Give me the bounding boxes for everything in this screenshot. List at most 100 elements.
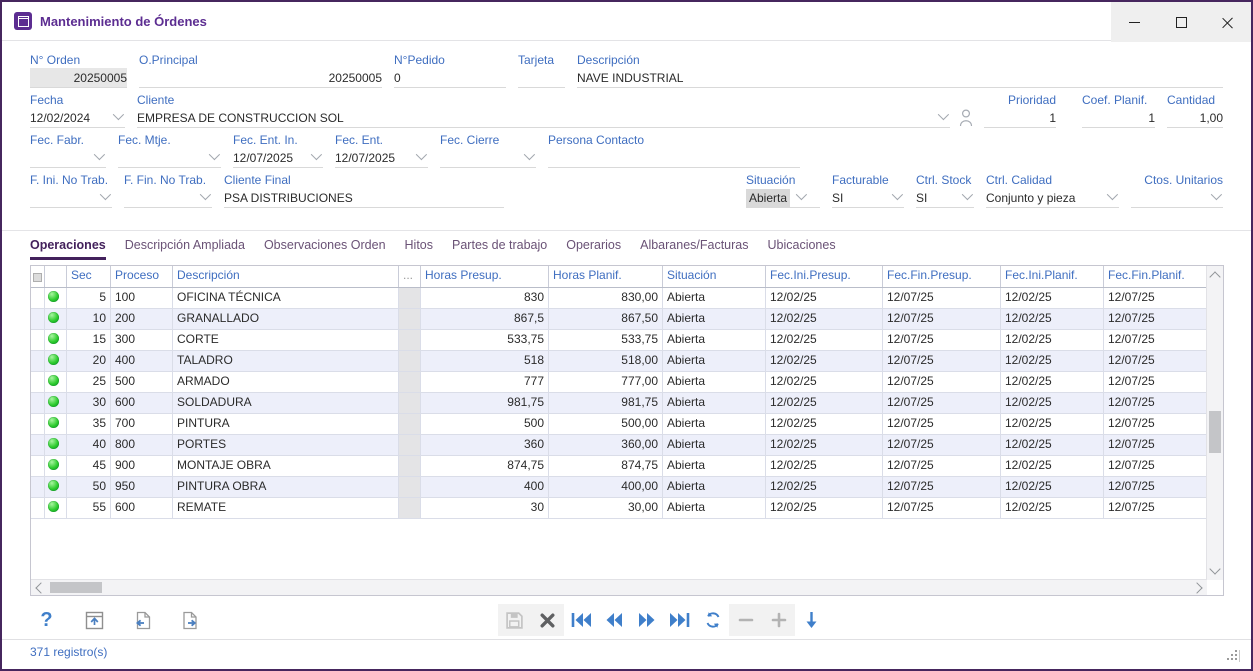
tab-observaciones-orden[interactable]: Observaciones Orden bbox=[264, 238, 386, 260]
tab-hitos[interactable]: Hitos bbox=[405, 238, 433, 260]
cell-fec-ini-presup[interactable]: 12/02/25 bbox=[766, 372, 883, 392]
table-row[interactable]: 50950PINTURA OBRA400400,00Abierta12/02/2… bbox=[31, 477, 1207, 498]
maximize-button[interactable] bbox=[1158, 2, 1205, 42]
column-header-sec[interactable]: Sec bbox=[67, 266, 111, 287]
chevron-down-icon[interactable] bbox=[94, 149, 105, 160]
cell-fec-fin-planif[interactable]: 12/07/25 bbox=[1104, 498, 1207, 518]
row-status-cell[interactable] bbox=[45, 288, 67, 308]
horizontal-scroll-thumb[interactable] bbox=[50, 582, 102, 593]
cell-fec-ini-presup[interactable]: 12/02/25 bbox=[766, 414, 883, 434]
row-status-cell[interactable] bbox=[45, 414, 67, 434]
persona-contacto-input[interactable] bbox=[548, 148, 800, 168]
cell-fec-fin-planif[interactable]: 12/07/25 bbox=[1104, 435, 1207, 455]
row-select-cell[interactable] bbox=[31, 414, 45, 434]
go-to-bottom-button[interactable] bbox=[795, 604, 828, 636]
cell-descripcion[interactable]: ARMADO bbox=[173, 372, 399, 392]
cell-fec-ini-planif[interactable]: 12/02/25 bbox=[1001, 414, 1104, 434]
chevron-down-icon[interactable] bbox=[113, 109, 124, 120]
cell-proceso[interactable]: 600 bbox=[111, 498, 173, 518]
row-more-cell[interactable] bbox=[399, 435, 421, 455]
cell-fec-ini-planif[interactable]: 12/02/25 bbox=[1001, 351, 1104, 371]
table-row[interactable]: 25500ARMADO777777,00Abierta12/02/2512/07… bbox=[31, 372, 1207, 393]
cell-fec-ini-presup[interactable]: 12/02/25 bbox=[766, 288, 883, 308]
tab-partes-de-trabajo[interactable]: Partes de trabajo bbox=[452, 238, 547, 260]
tab-descripci-n-ampliada[interactable]: Descripción Ampliada bbox=[125, 238, 245, 260]
first-record-button[interactable] bbox=[564, 604, 597, 636]
cliente-input[interactable]: EMPRESA DE CONSTRUCCION SOL bbox=[137, 108, 950, 128]
chevron-down-icon[interactable] bbox=[209, 149, 220, 160]
row-select-cell[interactable] bbox=[31, 435, 45, 455]
tab-albaranes-facturas[interactable]: Albaranes/Facturas bbox=[640, 238, 748, 260]
cell-fec-fin-presup[interactable]: 12/07/25 bbox=[883, 414, 1001, 434]
cell-descripcion[interactable]: GRANALLADO bbox=[173, 309, 399, 329]
n-pedido-input[interactable]: 0 bbox=[394, 68, 506, 88]
cell-fec-ini-planif[interactable]: 12/02/25 bbox=[1001, 309, 1104, 329]
fec-ent-input[interactable]: 12/07/2025 bbox=[335, 148, 428, 168]
coef-planif-input[interactable]: 1 bbox=[1082, 108, 1155, 128]
import-document-button[interactable] bbox=[126, 604, 159, 636]
horizontal-scrollbar[interactable] bbox=[31, 579, 1207, 595]
cell-horas-planif[interactable]: 981,75 bbox=[549, 393, 663, 413]
fec-cierre-input[interactable] bbox=[440, 148, 536, 168]
cell-fec-fin-presup[interactable]: 12/07/25 bbox=[883, 498, 1001, 518]
cell-situacion[interactable]: Abierta bbox=[663, 393, 766, 413]
cell-proceso[interactable]: 600 bbox=[111, 393, 173, 413]
cell-fec-fin-presup[interactable]: 12/07/25 bbox=[883, 330, 1001, 350]
ctrl-calidad-select[interactable]: Conjunto y pieza bbox=[986, 188, 1119, 208]
minimize-button[interactable] bbox=[1111, 2, 1158, 42]
chevron-down-icon[interactable] bbox=[892, 189, 903, 200]
cell-descripcion[interactable]: PINTURA bbox=[173, 414, 399, 434]
cell-fec-fin-presup[interactable]: 12/07/25 bbox=[883, 393, 1001, 413]
cell-fec-fin-planif[interactable]: 12/07/25 bbox=[1104, 351, 1207, 371]
scroll-right-icon[interactable] bbox=[1191, 582, 1202, 593]
cell-horas-planif[interactable]: 360,00 bbox=[549, 435, 663, 455]
column-header-fec-ini-presup[interactable]: Fec.Ini.Presup. bbox=[766, 266, 883, 287]
last-record-button[interactable] bbox=[663, 604, 696, 636]
column-header-select-all[interactable] bbox=[31, 266, 45, 287]
cell-horas-planif[interactable]: 867,50 bbox=[549, 309, 663, 329]
help-button[interactable]: ? bbox=[30, 604, 63, 636]
column-header-horas-presup[interactable]: Horas Presup. bbox=[421, 266, 549, 287]
chevron-down-icon[interactable] bbox=[1107, 189, 1118, 200]
f-ini-no-trab-input[interactable] bbox=[30, 188, 112, 208]
cell-horas-presup[interactable]: 830 bbox=[421, 288, 549, 308]
cell-horas-presup[interactable]: 981,75 bbox=[421, 393, 549, 413]
row-more-cell[interactable] bbox=[399, 393, 421, 413]
cancel-button[interactable] bbox=[531, 604, 564, 636]
cell-situacion[interactable]: Abierta bbox=[663, 309, 766, 329]
cell-horas-presup[interactable]: 777 bbox=[421, 372, 549, 392]
prioridad-input[interactable]: 1 bbox=[984, 108, 1056, 128]
row-select-cell[interactable] bbox=[31, 351, 45, 371]
fec-mtje-input[interactable] bbox=[118, 148, 221, 168]
row-status-cell[interactable] bbox=[45, 393, 67, 413]
cell-proceso[interactable]: 400 bbox=[111, 351, 173, 371]
table-row[interactable]: 5100OFICINA TÉCNICA830830,00Abierta12/02… bbox=[31, 288, 1207, 309]
refresh-button[interactable] bbox=[696, 604, 729, 636]
table-row[interactable]: 15300CORTE533,75533,75Abierta12/02/2512/… bbox=[31, 330, 1207, 351]
row-status-cell[interactable] bbox=[45, 498, 67, 518]
cell-descripcion[interactable]: REMATE bbox=[173, 498, 399, 518]
row-more-cell[interactable] bbox=[399, 372, 421, 392]
row-more-cell[interactable] bbox=[399, 456, 421, 476]
chevron-down-icon[interactable] bbox=[311, 149, 322, 160]
chevron-down-icon[interactable] bbox=[524, 149, 535, 160]
cell-horas-planif[interactable]: 400,00 bbox=[549, 477, 663, 497]
close-button[interactable] bbox=[1204, 2, 1251, 42]
table-row[interactable]: 35700PINTURA500500,00Abierta12/02/2512/0… bbox=[31, 414, 1207, 435]
column-header-horas-planif[interactable]: Horas Planif. bbox=[549, 266, 663, 287]
select-all-icon[interactable] bbox=[33, 273, 42, 282]
cell-fec-ini-presup[interactable]: 12/02/25 bbox=[766, 498, 883, 518]
cell-fec-ini-presup[interactable]: 12/02/25 bbox=[766, 309, 883, 329]
cell-horas-planif[interactable]: 533,75 bbox=[549, 330, 663, 350]
cell-horas-presup[interactable]: 518 bbox=[421, 351, 549, 371]
situacion-select[interactable]: Abierta bbox=[746, 188, 820, 208]
cell-horas-presup[interactable]: 30 bbox=[421, 498, 549, 518]
row-status-cell[interactable] bbox=[45, 330, 67, 350]
cell-sec[interactable]: 30 bbox=[67, 393, 111, 413]
fec-fabr-input[interactable] bbox=[30, 148, 106, 168]
cell-sec[interactable]: 55 bbox=[67, 498, 111, 518]
table-row[interactable]: 20400TALADRO518518,00Abierta12/02/2512/0… bbox=[31, 351, 1207, 372]
row-select-cell[interactable] bbox=[31, 498, 45, 518]
cell-fec-fin-planif[interactable]: 12/07/25 bbox=[1104, 288, 1207, 308]
chevron-down-icon[interactable] bbox=[938, 109, 949, 120]
